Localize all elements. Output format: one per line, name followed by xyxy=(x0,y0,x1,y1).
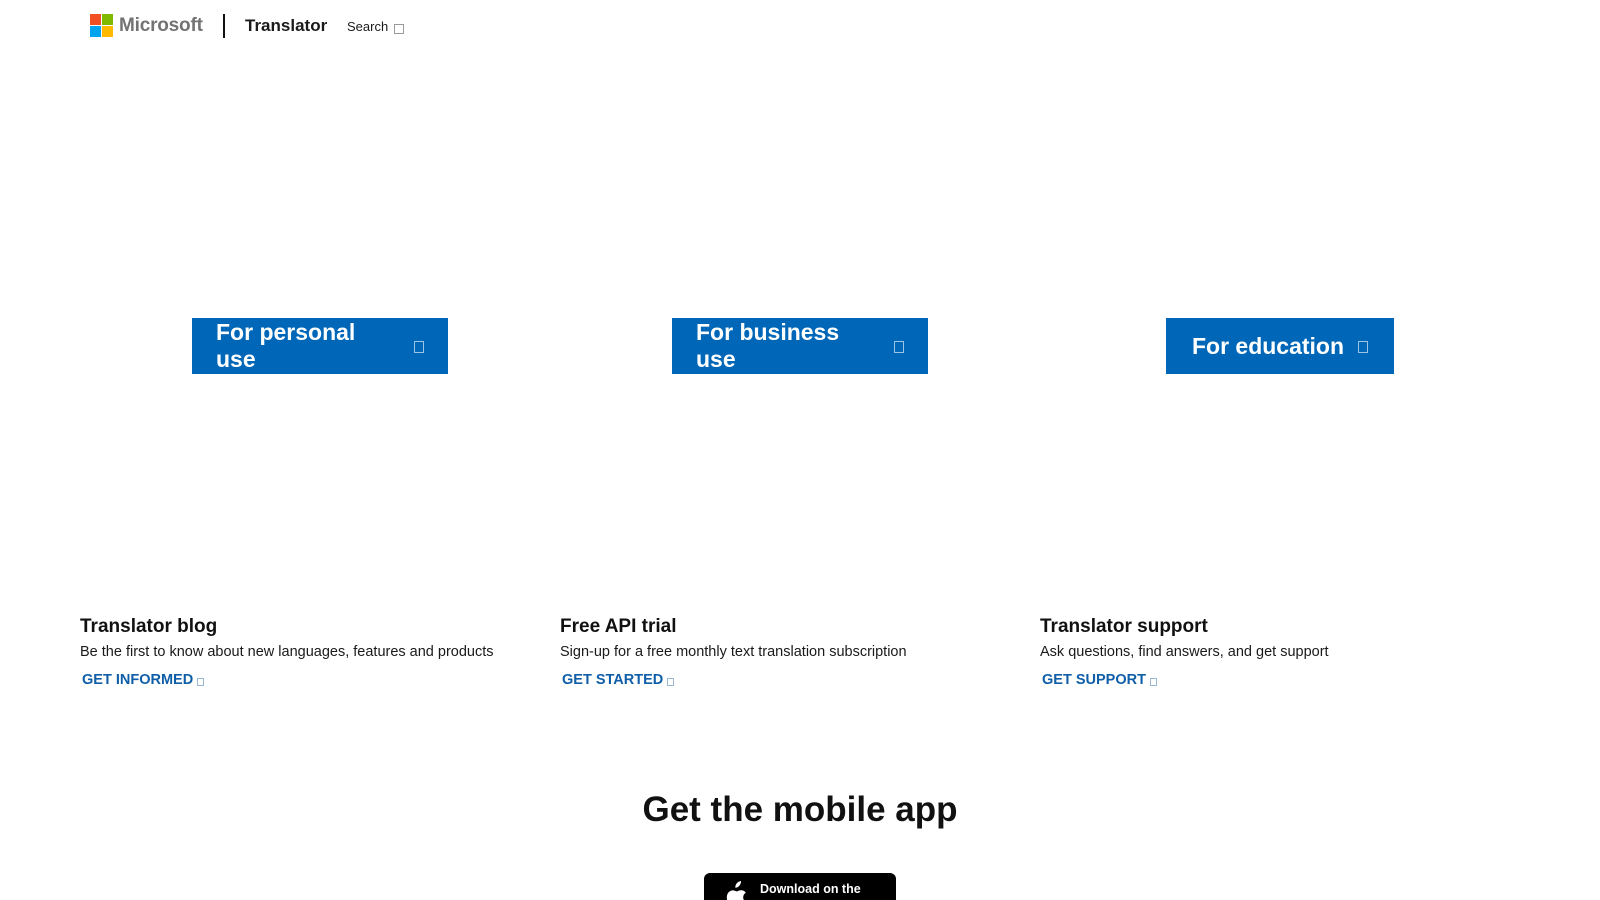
app-store-label: Download on the xyxy=(760,882,861,896)
translator-support-title: Translator support xyxy=(1040,616,1208,637)
search-button[interactable]: Search xyxy=(347,18,405,34)
get-support-link[interactable]: GET SUPPORT xyxy=(1042,672,1157,688)
header-divider xyxy=(223,14,225,38)
translator-blog-description: Be the first to know about new languages… xyxy=(80,644,494,660)
chevron-right-icon xyxy=(197,678,205,686)
personal-use-label: For personal use xyxy=(216,319,356,372)
get-informed-label: GET INFORMED xyxy=(82,672,194,688)
get-support-label: GET SUPPORT xyxy=(1042,672,1146,688)
app-store-button[interactable]: Download on the xyxy=(704,873,896,900)
free-api-trial-description: Sign-up for a free monthly text translat… xyxy=(560,644,907,660)
chevron-right-icon xyxy=(894,341,904,353)
translator-blog-title: Translator blog xyxy=(80,616,218,637)
get-started-link[interactable]: GET STARTED xyxy=(562,672,675,688)
microsoft-logo-text: Microsoft xyxy=(119,14,203,36)
page: Microsoft Translator Search For personal… xyxy=(0,0,1600,900)
free-api-trial-title: Free API trial xyxy=(560,616,677,637)
chevron-right-icon xyxy=(1358,341,1369,353)
chevron-right-icon xyxy=(667,678,675,686)
chevron-right-icon xyxy=(414,341,424,353)
translator-support-description: Ask questions, find answers, and get sup… xyxy=(1040,644,1329,660)
search-label: Search xyxy=(347,18,389,34)
site-header: Microsoft Translator Search xyxy=(0,0,1600,54)
translator-blog-section: Translator blog Be the first to know abo… xyxy=(80,614,540,689)
mobile-app-heading: Get the mobile app xyxy=(642,790,958,829)
business-use-button[interactable]: For business use xyxy=(672,318,928,374)
personal-use-button[interactable]: For personal use xyxy=(192,318,448,374)
microsoft-logo-link[interactable]: Microsoft xyxy=(90,14,203,37)
education-label: For education xyxy=(1191,332,1345,359)
translator-support-section: Translator support Ask questions, find a… xyxy=(1040,614,1500,689)
get-informed-link[interactable]: GET INFORMED xyxy=(82,672,205,688)
translator-brand-link[interactable]: Translator xyxy=(245,16,327,36)
chevron-right-icon xyxy=(1149,678,1157,686)
apple-icon xyxy=(726,881,746,900)
microsoft-logo-icon xyxy=(90,14,113,37)
get-started-label: GET STARTED xyxy=(562,672,664,688)
search-icon xyxy=(394,24,405,34)
education-button[interactable]: For education xyxy=(1166,318,1394,374)
free-api-trial-section: Free API trial Sign-up for a free monthl… xyxy=(560,614,1020,689)
business-use-label: For business use xyxy=(696,319,840,372)
